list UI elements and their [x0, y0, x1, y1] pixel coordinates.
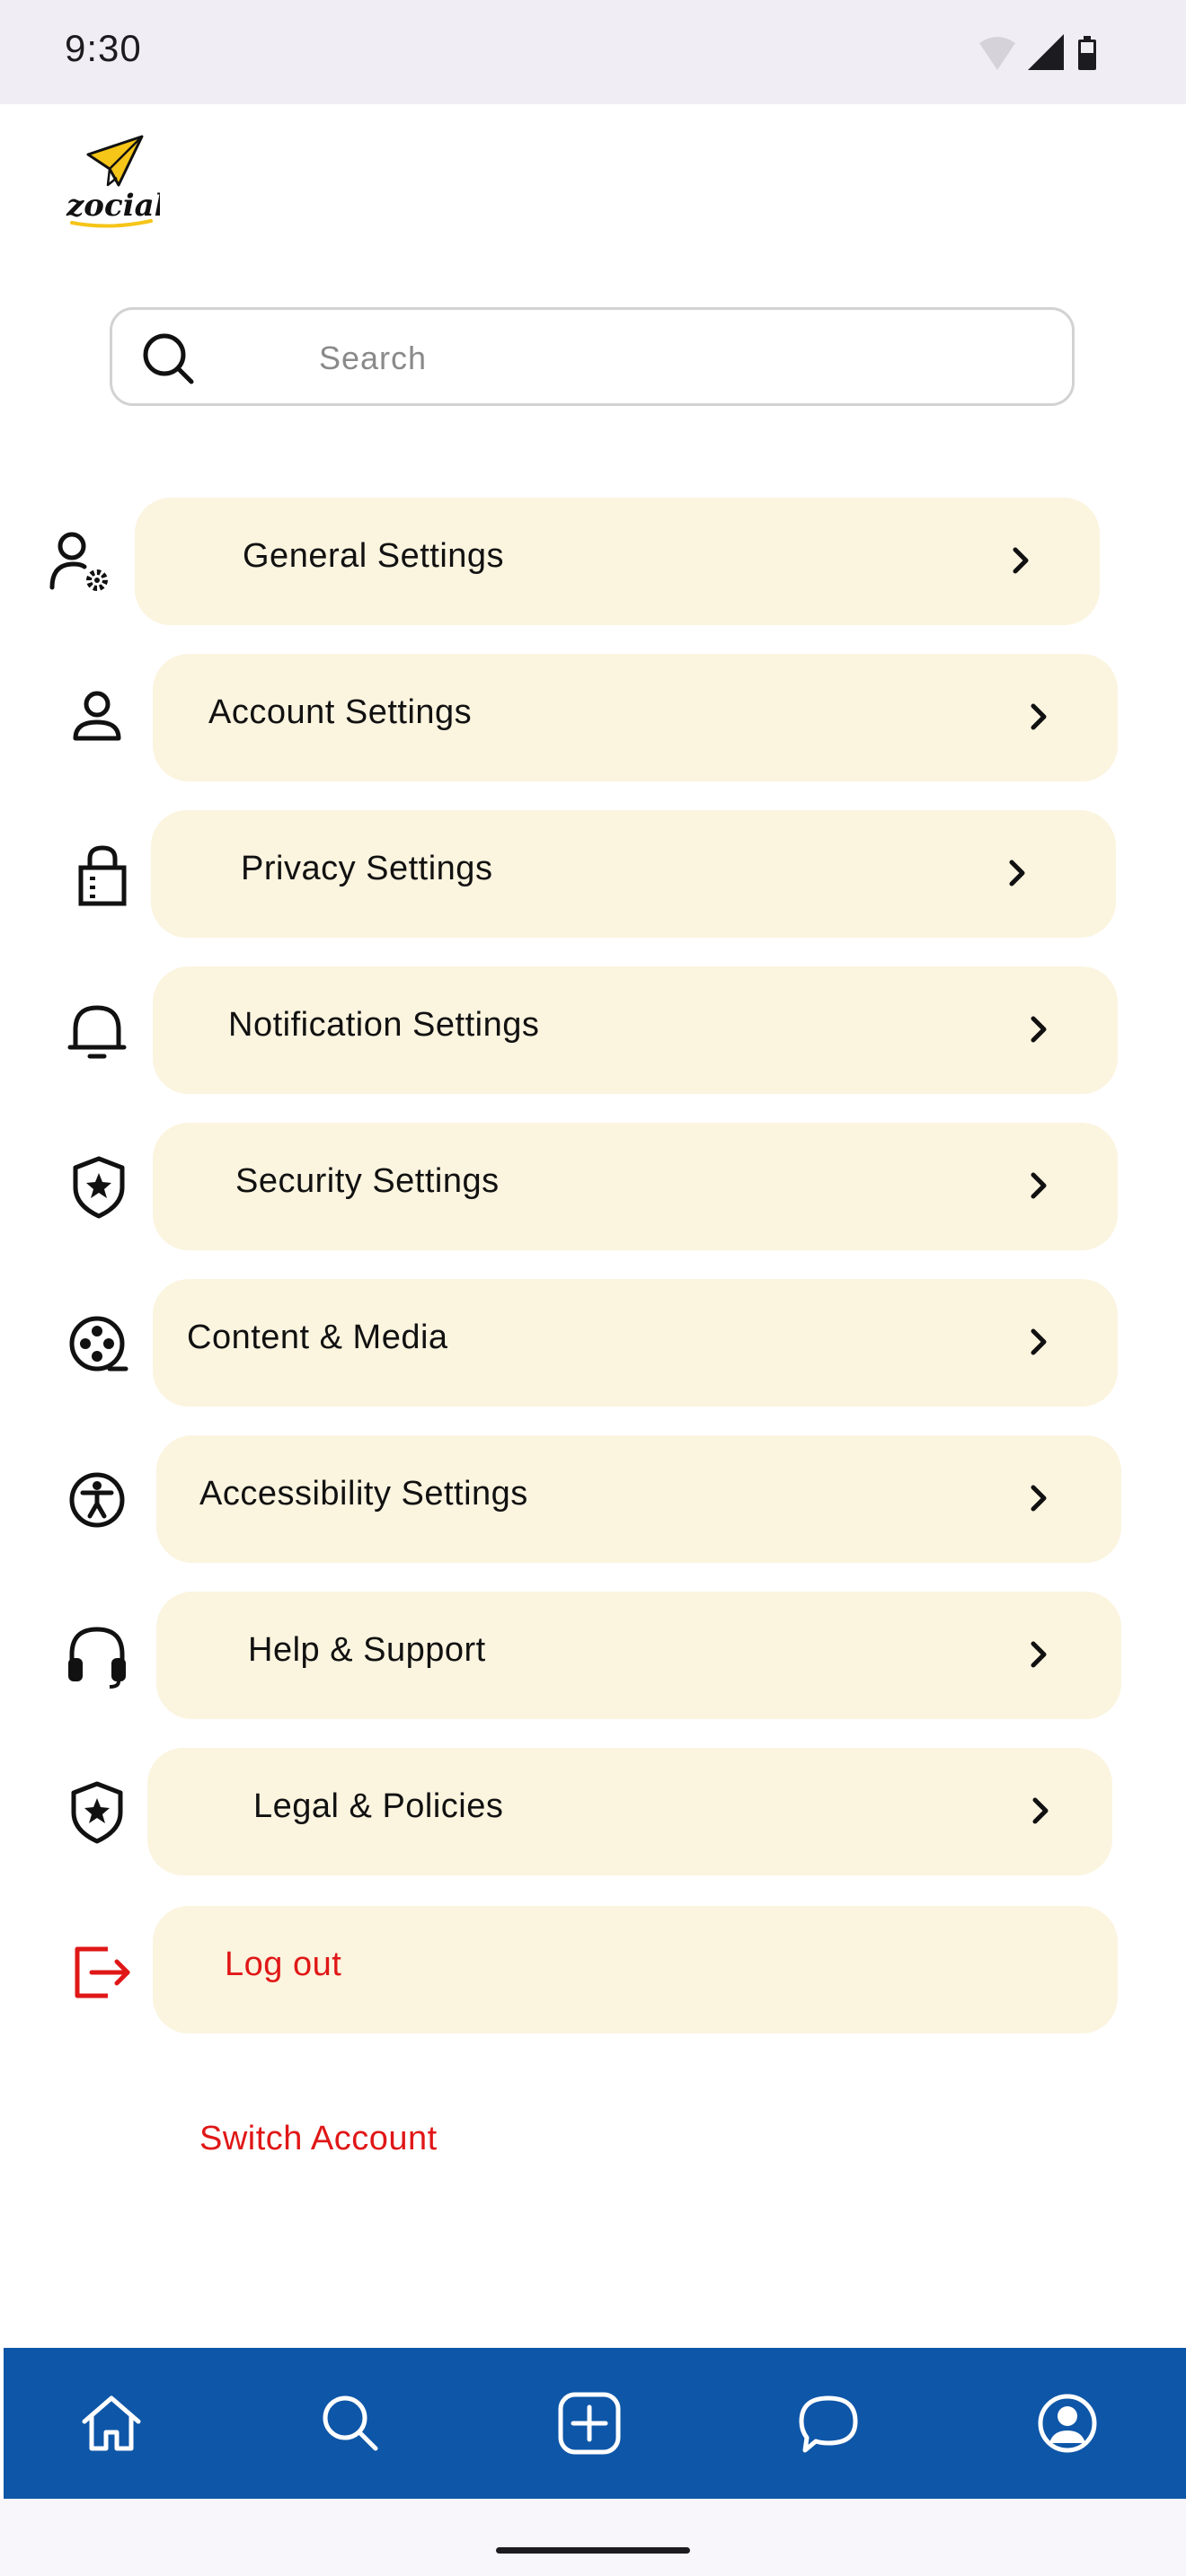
- menu-item-label: Privacy Settings: [241, 850, 493, 887]
- switch-account-link[interactable]: Switch Account: [199, 2120, 438, 2158]
- shield-star-icon: [71, 1781, 123, 1844]
- user-icon: [73, 691, 121, 741]
- headset-icon: [68, 1627, 126, 1689]
- svg-text:zocial: zocial: [66, 188, 160, 224]
- zocial-logo: zocial: [66, 135, 160, 228]
- status-icons: [979, 34, 1096, 70]
- cellular-icon: [1028, 34, 1064, 70]
- home-icon: [82, 2395, 141, 2451]
- chevron-right-icon: [1032, 1797, 1049, 1824]
- chevron-right-icon: [1009, 860, 1025, 887]
- bell-icon: [67, 1005, 127, 1059]
- menu-item-general-settings[interactable]: General Settings: [135, 498, 1100, 625]
- search-box[interactable]: [110, 307, 1075, 406]
- menu-item-notification-settings[interactable]: Notification Settings: [153, 966, 1118, 1094]
- nav-create[interactable]: [544, 2378, 634, 2468]
- logout-button[interactable]: Log out: [153, 1906, 1118, 2033]
- menu-item-legal-policies[interactable]: Legal & Policies: [147, 1748, 1112, 1875]
- menu-item-label: Legal & Policies: [253, 1787, 504, 1825]
- accessibility-icon: [69, 1472, 125, 1528]
- menu-item-accessibility-settings[interactable]: Accessibility Settings: [156, 1435, 1121, 1563]
- chat-icon: [799, 2395, 858, 2453]
- chevron-right-icon: [1031, 703, 1047, 730]
- chevron-right-icon: [1031, 1641, 1047, 1668]
- logout-label: Log out: [225, 1945, 342, 1983]
- add-post-icon: [558, 2392, 621, 2455]
- nav-profile[interactable]: [1022, 2378, 1112, 2468]
- nav-chat[interactable]: [783, 2378, 873, 2468]
- menu-item-content-media[interactable]: Content & Media: [153, 1279, 1118, 1407]
- menu-item-security-settings[interactable]: Security Settings: [153, 1123, 1118, 1250]
- search-input[interactable]: [319, 331, 1020, 385]
- chevron-right-icon: [1031, 1172, 1047, 1199]
- chevron-right-icon: [1031, 1328, 1047, 1355]
- shield-star-icon: [73, 1156, 125, 1219]
- chevron-right-icon: [1031, 1485, 1047, 1512]
- user-gear-icon: [49, 532, 108, 591]
- status-time: 9:30: [65, 27, 142, 69]
- menu-item-label: Accessibility Settings: [199, 1475, 528, 1513]
- search-icon: [323, 2395, 378, 2451]
- profile-icon: [1038, 2394, 1097, 2453]
- battery-icon: [1078, 36, 1096, 70]
- home-indicator[interactable]: [496, 2547, 690, 2554]
- wifi-icon: [979, 37, 1015, 70]
- menu-item-help-support[interactable]: Help & Support: [156, 1592, 1121, 1719]
- status-bar: 9:30: [0, 0, 1186, 104]
- menu-item-label: Content & Media: [187, 1319, 448, 1356]
- chevron-right-icon: [1013, 547, 1029, 574]
- gesture-area: [0, 2499, 1186, 2576]
- film-reel-icon: [69, 1316, 128, 1372]
- menu-item-label: General Settings: [243, 537, 505, 575]
- nav-home[interactable]: [66, 2378, 156, 2468]
- menu-item-privacy-settings[interactable]: Privacy Settings: [151, 810, 1116, 938]
- lock-icon: [78, 845, 127, 906]
- menu-item-label: Notification Settings: [228, 1006, 540, 1044]
- bottom-nav: [4, 2348, 1186, 2499]
- search-icon: [143, 333, 194, 384]
- chevron-right-icon: [1031, 1016, 1047, 1043]
- menu-item-label: Security Settings: [235, 1162, 500, 1200]
- logout-icon: [75, 1946, 130, 1998]
- menu-item-account-settings[interactable]: Account Settings: [153, 654, 1118, 781]
- menu-item-label: Account Settings: [208, 693, 473, 731]
- nav-search[interactable]: [305, 2378, 395, 2468]
- menu-item-label: Help & Support: [248, 1631, 486, 1669]
